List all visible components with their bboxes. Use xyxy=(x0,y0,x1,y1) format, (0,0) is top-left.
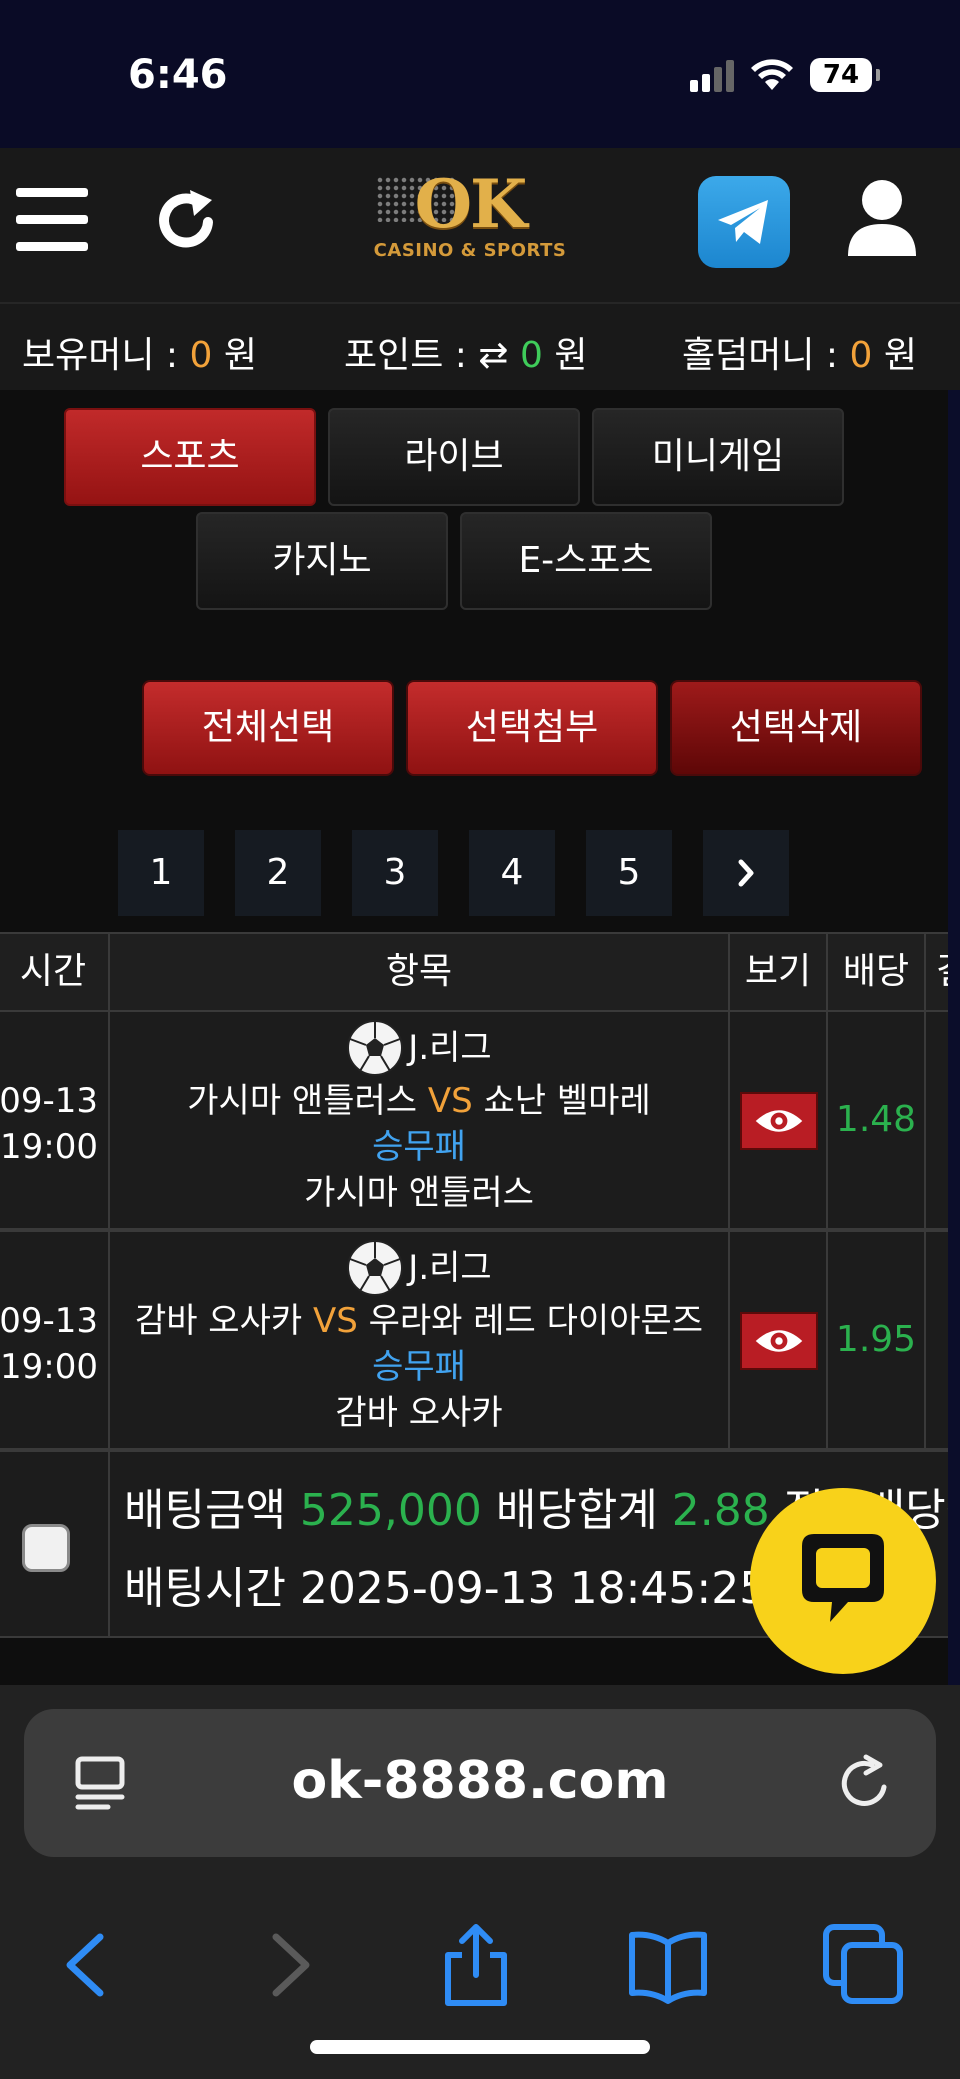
bet-view xyxy=(728,1230,828,1450)
bet-view xyxy=(728,1010,828,1230)
view-detail-button[interactable] xyxy=(740,1312,818,1370)
next-page-button[interactable] xyxy=(703,830,789,916)
tab-esports[interactable]: E-스포츠 xyxy=(460,512,712,610)
chevron-right-icon xyxy=(738,859,754,887)
tab-casino[interactable]: 카지노 xyxy=(196,512,448,610)
cellular-signal-icon xyxy=(690,60,734,92)
bet-time-line: 배팅시간 2025-09-13 18:45:25 xyxy=(124,1563,768,1614)
bet-item: J.리그 감바 오사카 VS 우라와 레드 다이아몬즈 승무패 감바 오사카 xyxy=(108,1230,730,1450)
bet-odds: 1.48 xyxy=(826,1010,926,1230)
header-odds: 배당 xyxy=(826,932,926,1012)
bet-time: 09-13 19:00 xyxy=(0,1010,110,1230)
browser-toolbar: ok-8888.com xyxy=(0,1685,960,2079)
table-row: 09-13 19:00 J.리그 감바 오사카 VS 우라와 레드 다이아몬즈 … xyxy=(0,1230,960,1450)
menu-icon[interactable] xyxy=(16,188,88,254)
refresh-icon[interactable] xyxy=(152,186,222,256)
back-icon[interactable] xyxy=(42,1923,126,2007)
tab-sports[interactable]: 스포츠 xyxy=(64,408,316,506)
address-bar[interactable]: ok-8888.com xyxy=(24,1709,936,1857)
tab-minigame[interactable]: 미니게임 xyxy=(592,408,844,506)
table-row: 09-13 19:00 J.리그 가시마 앤틀러스 VS 쇼난 벨마레 승무패 … xyxy=(0,1010,960,1230)
page-3-button[interactable]: 3 xyxy=(352,830,438,916)
header-view: 보기 xyxy=(728,932,828,1012)
select-all-button[interactable]: 전체선택 xyxy=(142,680,394,776)
status-bar: 6:46 74 xyxy=(0,0,960,148)
page-2-button[interactable]: 2 xyxy=(235,830,321,916)
forward-icon[interactable] xyxy=(246,1923,330,2007)
battery-indicator: 74 xyxy=(810,58,880,92)
eye-icon xyxy=(755,1110,803,1132)
eye-icon xyxy=(755,1330,803,1352)
home-indicator xyxy=(310,2040,650,2054)
telegram-icon xyxy=(718,200,768,244)
header-time: 시간 xyxy=(0,932,110,1012)
balance-bar: 보유머니 : 0 원 포인트 : ⇄ 0 원 홀덤머니 : 0 원 xyxy=(0,302,960,390)
site-logo[interactable]: OK CASINO & SPORTS xyxy=(370,168,570,278)
soccer-ball-icon xyxy=(347,1240,404,1296)
chat-bubble-icon xyxy=(802,1534,884,1622)
tab-live[interactable]: 라이브 xyxy=(328,408,580,506)
bet-odds: 1.95 xyxy=(826,1230,926,1450)
point-balance: 포인트 : ⇄ 0 원 xyxy=(344,335,588,376)
bet-time: 09-13 19:00 xyxy=(0,1230,110,1450)
header-item: 항목 xyxy=(108,932,730,1012)
soccer-ball-icon xyxy=(347,1020,404,1076)
page-5-button[interactable]: 5 xyxy=(586,830,672,916)
transfer-icon[interactable]: ⇄ xyxy=(478,335,508,376)
page-1-button[interactable]: 1 xyxy=(118,830,204,916)
page-edge xyxy=(948,390,960,1685)
url-text: ok-8888.com xyxy=(291,1751,669,1811)
tabs-icon[interactable] xyxy=(822,1923,906,2007)
page-4-button[interactable]: 4 xyxy=(469,830,555,916)
attach-selected-button[interactable]: 선택첨부 xyxy=(406,680,658,776)
status-time: 6:46 xyxy=(128,52,228,98)
chat-button[interactable] xyxy=(750,1488,936,1674)
user-icon[interactable] xyxy=(846,176,918,260)
telegram-button[interactable] xyxy=(698,176,790,268)
share-icon[interactable] xyxy=(434,1923,518,2007)
reload-icon[interactable] xyxy=(836,1753,896,1813)
holdem-balance: 홀덤머니 : 0 원 xyxy=(682,335,917,376)
select-checkbox[interactable] xyxy=(22,1524,70,1572)
bet-item: J.리그 가시마 앤틀러스 VS 쇼난 벨마레 승무패 가시마 앤틀러스 xyxy=(108,1010,730,1230)
site-header: OK CASINO & SPORTS xyxy=(0,148,960,302)
delete-selected-button[interactable]: 선택삭제 xyxy=(670,680,922,776)
view-detail-button[interactable] xyxy=(740,1092,818,1150)
money-balance: 보유머니 : 0 원 xyxy=(22,335,257,376)
bookmarks-icon[interactable] xyxy=(626,1923,710,2007)
wifi-icon xyxy=(751,59,793,90)
